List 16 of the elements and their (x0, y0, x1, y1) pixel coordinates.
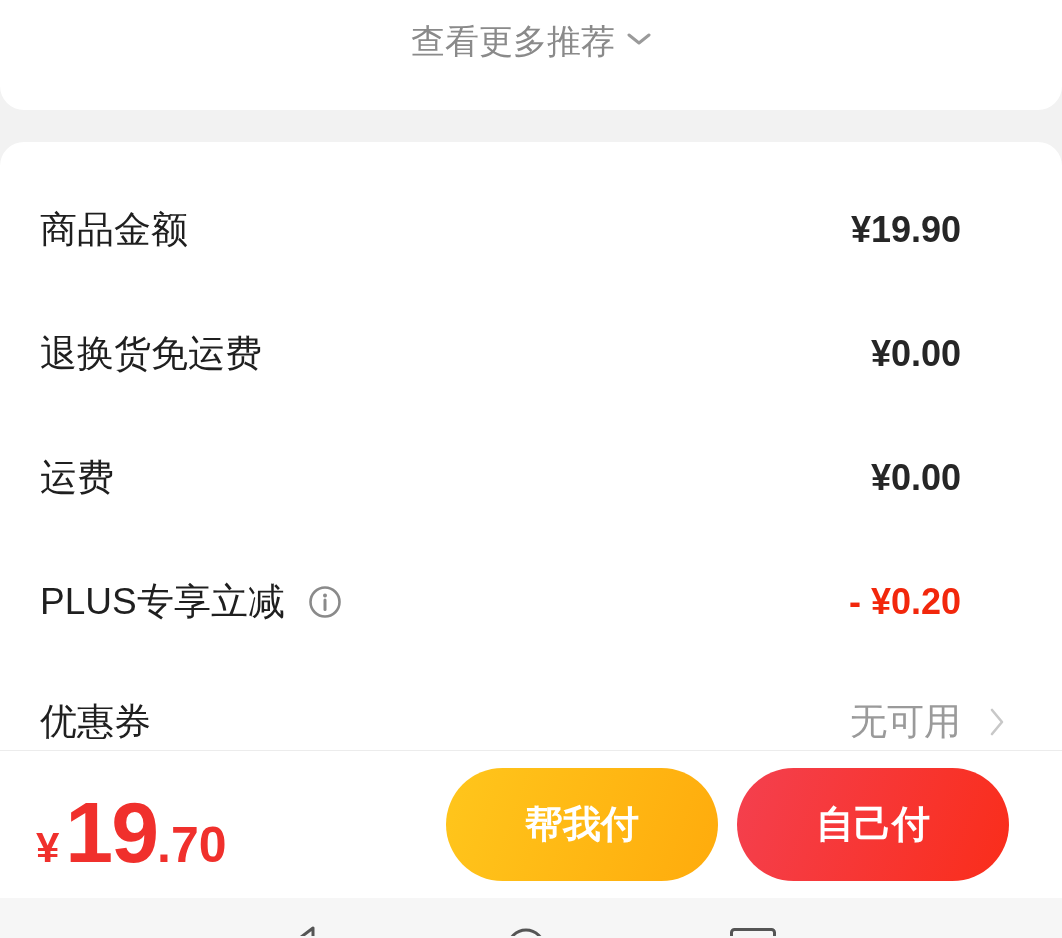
row-value: ¥0.00 (870, 456, 961, 500)
row-label: 退换货免运费 (40, 332, 262, 376)
row-value: ¥19.90 (850, 208, 961, 252)
coupon-link[interactable]: 无可用 (850, 700, 961, 744)
pay-myself-button[interactable]: 自己付 (737, 768, 1009, 881)
row-value: ¥0.00 (870, 332, 961, 376)
row-label: PLUS专享立减 (40, 580, 285, 624)
more-recommendations-button[interactable]: 查看更多推荐 (411, 21, 651, 61)
row-label: 运费 (40, 456, 114, 500)
row-value: - ¥0.20 (848, 580, 961, 624)
total-price: ¥19.70 (36, 788, 227, 875)
row-label: 优惠券 (40, 700, 151, 744)
row-label: 商品金额 (40, 208, 188, 252)
chevron-down-icon (627, 33, 651, 45)
info-icon[interactable] (308, 586, 341, 618)
recent-apps-icon[interactable] (730, 926, 776, 936)
